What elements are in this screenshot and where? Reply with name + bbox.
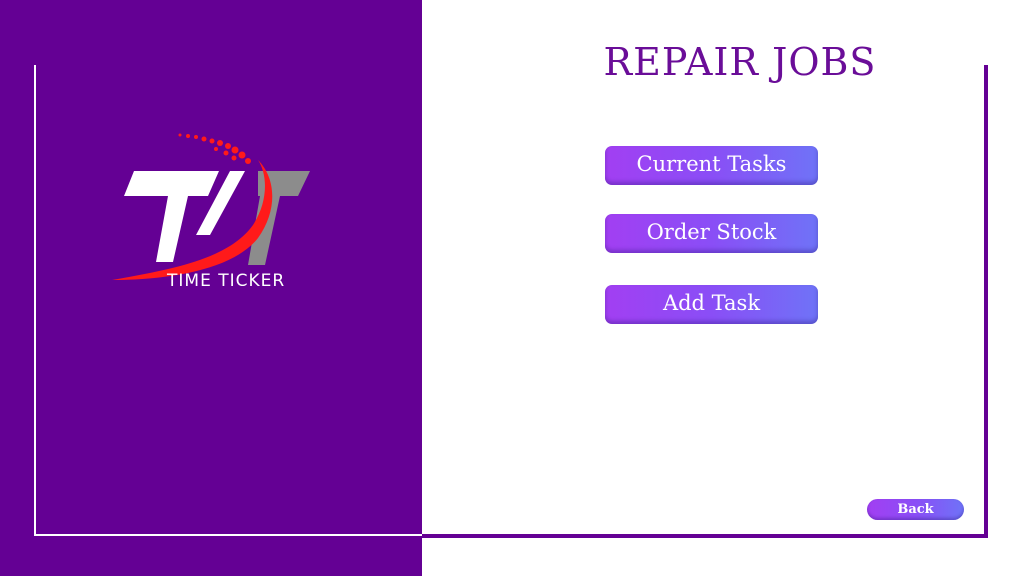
order-stock-button[interactable]: Order Stock xyxy=(605,214,818,253)
add-task-button[interactable]: Add Task xyxy=(605,285,818,324)
repair-jobs-screen: TIME TICKER REPAIR JOBS Current Tasks Or… xyxy=(0,0,1024,576)
current-tasks-button[interactable]: Current Tasks xyxy=(605,146,818,185)
page-title: REPAIR JOBS xyxy=(603,40,877,84)
brand-name: TIME TICKER xyxy=(167,271,286,291)
logo-white-t xyxy=(124,171,219,262)
back-button[interactable]: Back xyxy=(867,499,964,520)
